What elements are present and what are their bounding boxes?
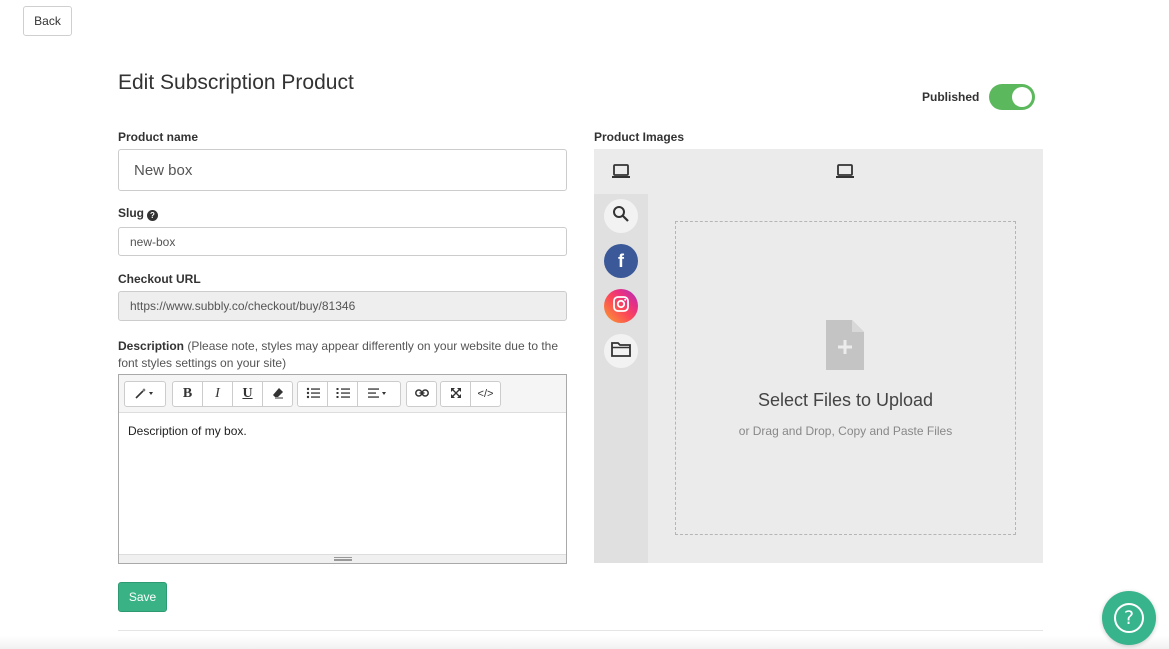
file-dropzone[interactable]: Select Files to Upload or Drag and Drop,… [675, 221, 1016, 535]
page-title: Edit Subscription Product [118, 71, 354, 94]
bold-icon: B [182, 386, 193, 401]
eraser-icon [272, 387, 284, 402]
toolbar-paragraph-group [297, 381, 401, 407]
toolbar-style-group [124, 381, 166, 407]
upload-subtitle: or Drag and Drop, Copy and Paste Files [738, 424, 953, 438]
source-folder-button[interactable] [604, 334, 638, 368]
bold-button[interactable]: B [172, 381, 203, 407]
source-facebook-button[interactable]: f [604, 244, 638, 278]
toolbar-view-group: </> [440, 381, 501, 407]
slug-label: Slug [118, 206, 144, 220]
help-chat-button[interactable]: ? [1102, 591, 1156, 645]
facebook-icon: f [618, 250, 624, 271]
slug-input[interactable]: new-box [118, 227, 567, 256]
align-icon [368, 387, 390, 402]
image-uploader: f Select Files to Upload or Drag and Dro… [594, 149, 1043, 563]
underline-icon: U [242, 386, 253, 401]
help-circle-icon[interactable]: ? [147, 210, 158, 221]
source-search-button[interactable] [604, 199, 638, 233]
product-name-label: Product name [118, 130, 199, 144]
italic-button[interactable]: I [202, 381, 233, 407]
link-button[interactable] [406, 381, 437, 407]
link-icon [414, 387, 429, 401]
published-switch: Published [922, 84, 1036, 110]
fullscreen-icon [450, 387, 462, 402]
source-instagram-button[interactable] [604, 289, 638, 323]
question-mark-icon: ? [1114, 603, 1144, 633]
published-toggle[interactable] [989, 84, 1036, 110]
align-button[interactable] [357, 381, 401, 407]
unordered-list-icon [306, 387, 320, 402]
slug-label-row: Slug? [118, 206, 158, 221]
fullscreen-button[interactable] [440, 381, 471, 407]
code-view-button[interactable]: </> [470, 381, 501, 407]
underline-button[interactable]: U [232, 381, 263, 407]
checkout-url-input: https://www.subbly.co/checkout/buy/81346 [118, 291, 567, 321]
code-view-icon: </> [477, 388, 494, 400]
ordered-list-button[interactable] [327, 381, 358, 407]
product-name-input[interactable]: New box [118, 149, 567, 191]
checkout-url-label: Checkout URL [118, 272, 201, 286]
computer-icon[interactable] [612, 163, 630, 184]
description-label: Description [118, 339, 185, 353]
published-label: Published [922, 90, 980, 104]
ordered-list-icon [336, 387, 350, 402]
toolbar-insert-group [406, 381, 437, 407]
bottom-fade [0, 636, 1169, 649]
editor-toolbar: B I U </> [119, 375, 566, 413]
upload-title: Select Files to Upload [757, 390, 934, 410]
editor-content[interactable]: Description of my box. [119, 413, 566, 449]
toggle-knob [1012, 87, 1033, 107]
magic-wand-icon [134, 387, 156, 402]
footer-divider [118, 630, 1043, 631]
editor-resize-bar[interactable] [119, 554, 566, 563]
back-button[interactable]: Back [23, 6, 72, 36]
folder-icon [611, 341, 631, 362]
style-button[interactable] [124, 381, 166, 407]
description-hint: (Please note, styles may appear differen… [118, 339, 559, 370]
clear-format-button[interactable] [262, 381, 293, 407]
toolbar-format-group: B I U [172, 381, 293, 407]
description-label-row: Description (Please note, styles may app… [118, 338, 568, 372]
instagram-icon [612, 295, 630, 318]
unordered-list-button[interactable] [297, 381, 328, 407]
resize-grip-icon [334, 557, 352, 561]
description-editor: B I U </> Description of my box. [118, 374, 567, 564]
italic-icon: I [215, 386, 220, 401]
search-icon [612, 205, 630, 228]
upload-sources-sidebar: f [594, 194, 648, 563]
save-button[interactable]: Save [118, 582, 167, 612]
file-add-icon [824, 318, 866, 377]
computer-icon [836, 163, 854, 184]
product-images-label: Product Images [594, 130, 685, 144]
